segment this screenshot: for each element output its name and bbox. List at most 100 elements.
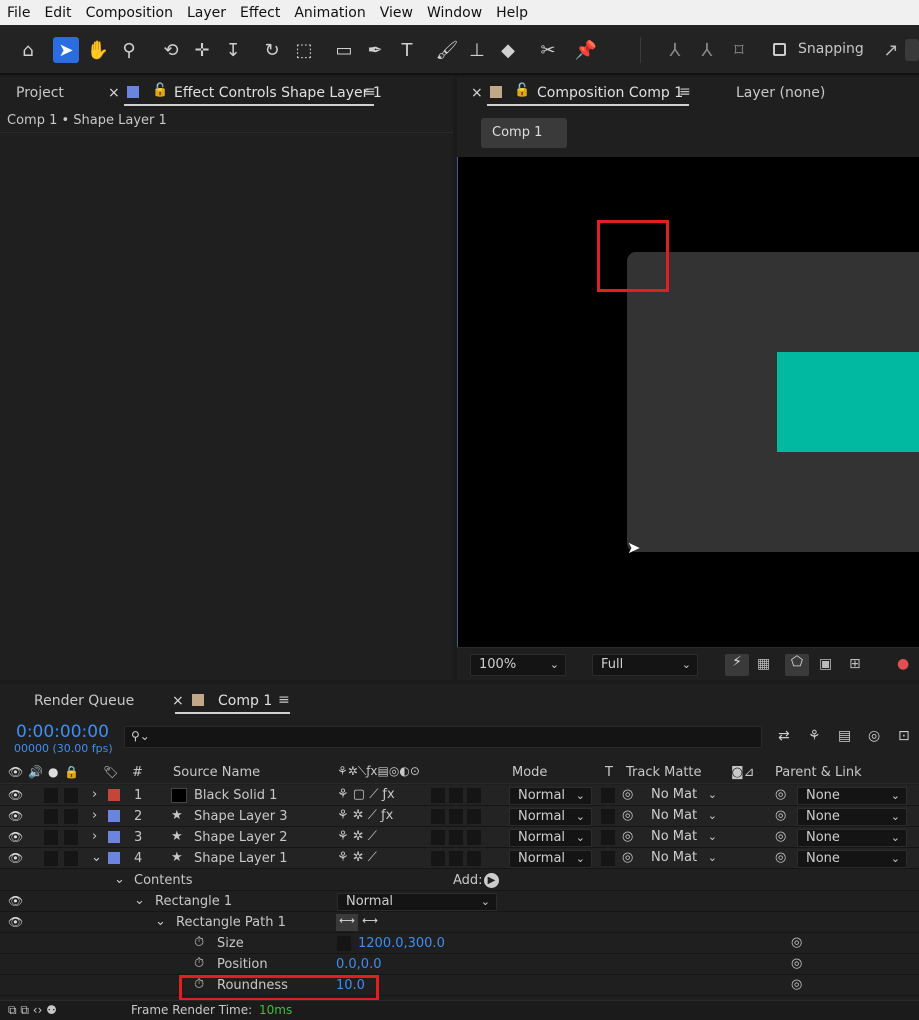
size-value[interactable]: 1200.0,300.0 [358,936,445,951]
chevron-down-icon[interactable]: ⌄ [155,914,166,929]
preserve-transparency[interactable] [601,830,615,845]
parent-pickwhip-icon[interactable]: ◎ [775,808,786,823]
eye-icon[interactable]: 👁 [8,788,23,802]
menu-window[interactable]: Window [420,5,489,21]
teal-rectangle[interactable] [777,352,919,452]
switch-cell[interactable] [449,809,463,824]
solo-switch[interactable] [44,851,58,866]
home-icon[interactable]: ⌂ [15,37,41,63]
parent-dropdown[interactable]: None ⌄ [797,787,907,805]
chevron-down-icon[interactable]: ⌄ [91,850,102,865]
panel-menu-icon[interactable]: ≡ [278,692,290,708]
hand-tool-icon[interactable]: ✋ [85,37,111,63]
resolution-dropdown[interactable]: Full ⌄ [592,654,698,676]
pickwhip-icon[interactable]: ◎ [622,850,633,865]
pen-tool-icon[interactable]: ✒ [362,37,388,63]
chevron-right-icon[interactable]: › [92,808,97,823]
pickwhip-icon[interactable]: ◎ [622,787,633,802]
axis-world-icon[interactable]: ⅄ [694,37,720,63]
add-menu-icon[interactable]: ▶ [484,873,499,888]
graph-editor-icon[interactable]: ⊡ [898,728,910,744]
layer-search-input[interactable]: ⚲⌄ [124,726,762,748]
transparency-grid-icon[interactable]: ▦ [757,656,770,672]
status-toggle-icons[interactable]: ⧉ ⧉ ‹› ⚉ [8,1003,57,1018]
layer-row-3[interactable]: 👁 › 3 ★ Shape Layer 2 ⚘ ✲ ⟋ Normal ⌄ ◎ No… [0,827,919,848]
parent-dropdown[interactable]: None ⌄ [797,850,907,868]
preserve-transparency[interactable] [601,788,615,803]
lock-switch[interactable] [64,788,78,803]
pan-behind-icon[interactable]: ⬚ [291,37,317,63]
layer-row-2[interactable]: 👁 › 2 ★ Shape Layer 3 ⚘ ✲ ⟋ ƒx Normal ⌄ ◎… [0,806,919,827]
switch-cell[interactable] [449,830,463,845]
chevron-right-icon[interactable]: › [92,829,97,844]
dolly-camera-icon[interactable]: ↧ [220,37,246,63]
region-of-interest-icon[interactable]: ▣ [819,656,832,672]
lock-switch[interactable] [64,851,78,866]
roto-brush-icon[interactable]: ✂ [535,37,561,63]
eye-icon[interactable]: 👁 [8,894,23,908]
switch-cell[interactable] [467,788,481,803]
label-color[interactable] [108,831,120,843]
menu-help[interactable]: Help [489,5,535,21]
label-color[interactable] [108,852,120,864]
switch-cell[interactable] [431,809,445,824]
shy-layers-icon[interactable]: ⚘ [808,728,821,744]
pickwhip-icon[interactable]: ◎ [622,829,633,844]
tab-comp-1[interactable]: Comp 1 [218,693,272,709]
lock-switch[interactable] [64,809,78,824]
lock-icon[interactable]: 🔓 [514,83,530,98]
contents-row[interactable]: ⌄ Contents Add: ▶ [0,870,919,891]
eye-icon[interactable]: 👁 [8,830,23,844]
preserve-transparency[interactable] [601,851,615,866]
track-matte-dropdown[interactable]: No Mat ⌄ [643,850,723,868]
solo-switch[interactable] [44,788,58,803]
track-matte-dropdown[interactable]: No Mat ⌄ [643,829,723,847]
grid-guides-icon[interactable]: ⊞ [849,656,861,672]
parent-dropdown[interactable]: None ⌄ [797,829,907,847]
clone-stamp-icon[interactable]: ⊥ [464,37,490,63]
track-matte-dropdown[interactable]: No Mat ⌄ [643,787,723,805]
menu-animation[interactable]: Animation [287,5,372,21]
rotation-tool-icon[interactable]: ↻ [259,37,285,63]
chevron-down-icon[interactable]: ⌄ [134,893,145,908]
switch-cell[interactable] [431,851,445,866]
position-property-row[interactable]: ⏱ Position 0.0,0.0 ◎ [0,954,919,975]
rectangle-path-label[interactable]: Rectangle Path 1 [176,915,286,930]
parent-pickwhip-icon[interactable]: ◎ [775,850,786,865]
current-timecode[interactable]: 0:00:00:00 [16,722,109,742]
layer-switches-icons[interactable]: ⚘ ✲ ⟋ [337,850,377,865]
parent-dropdown[interactable]: None ⌄ [797,808,907,826]
expression-pickwhip-icon[interactable]: ◎ [791,935,802,950]
track-matte-dropdown[interactable]: No Mat ⌄ [643,808,723,826]
pan-camera-icon[interactable]: ✛ [189,37,215,63]
workspace-button[interactable] [905,39,919,61]
mode-dropdown[interactable]: Normal ⌄ [509,787,592,805]
eye-icon[interactable]: 👁 [8,809,23,823]
solo-switch[interactable] [44,830,58,845]
layer-name[interactable]: Shape Layer 1 [194,851,288,866]
menu-edit[interactable]: Edit [37,5,78,21]
rectangle-path-row[interactable]: 👁 ⌄ Rectangle Path 1 ⟷ ⟷ [0,912,919,933]
menu-composition[interactable]: Composition [79,5,180,21]
menu-layer[interactable]: Layer [180,5,233,21]
eye-icon[interactable]: 👁 [8,915,23,929]
snap-options-icon[interactable]: ↗ [878,37,904,63]
close-icon[interactable]: × [108,85,120,101]
rectangle-group-label[interactable]: Rectangle 1 [155,894,232,909]
column-source-name[interactable]: Source Name [173,765,260,780]
tab-composition[interactable]: Composition Comp 1 [537,85,683,101]
menu-effect[interactable]: Effect [233,5,287,21]
color-channels-icon[interactable]: ● [897,656,909,672]
eye-icon[interactable]: 👁 [8,851,23,865]
position-value[interactable]: 0.0,0.0 [336,957,381,972]
group-blend-mode-dropdown[interactable]: Normal ⌄ [337,893,497,911]
menu-view[interactable]: View [373,5,420,21]
layer-switches-icons[interactable]: ⚘ ▢ ⟋ ƒx [337,787,395,802]
panel-menu-icon[interactable]: ≡ [679,84,691,100]
eraser-tool-icon[interactable]: ◆ [495,37,521,63]
composition-mini-flowchart-icon[interactable]: ⇄ [778,728,790,744]
axis-view-icon[interactable]: ⌑ [726,37,752,63]
chevron-right-icon[interactable]: › [92,787,97,802]
switch-cell[interactable] [467,830,481,845]
roundness-property-row[interactable]: ⏱ Roundness 10.0 ◎ [0,975,919,996]
